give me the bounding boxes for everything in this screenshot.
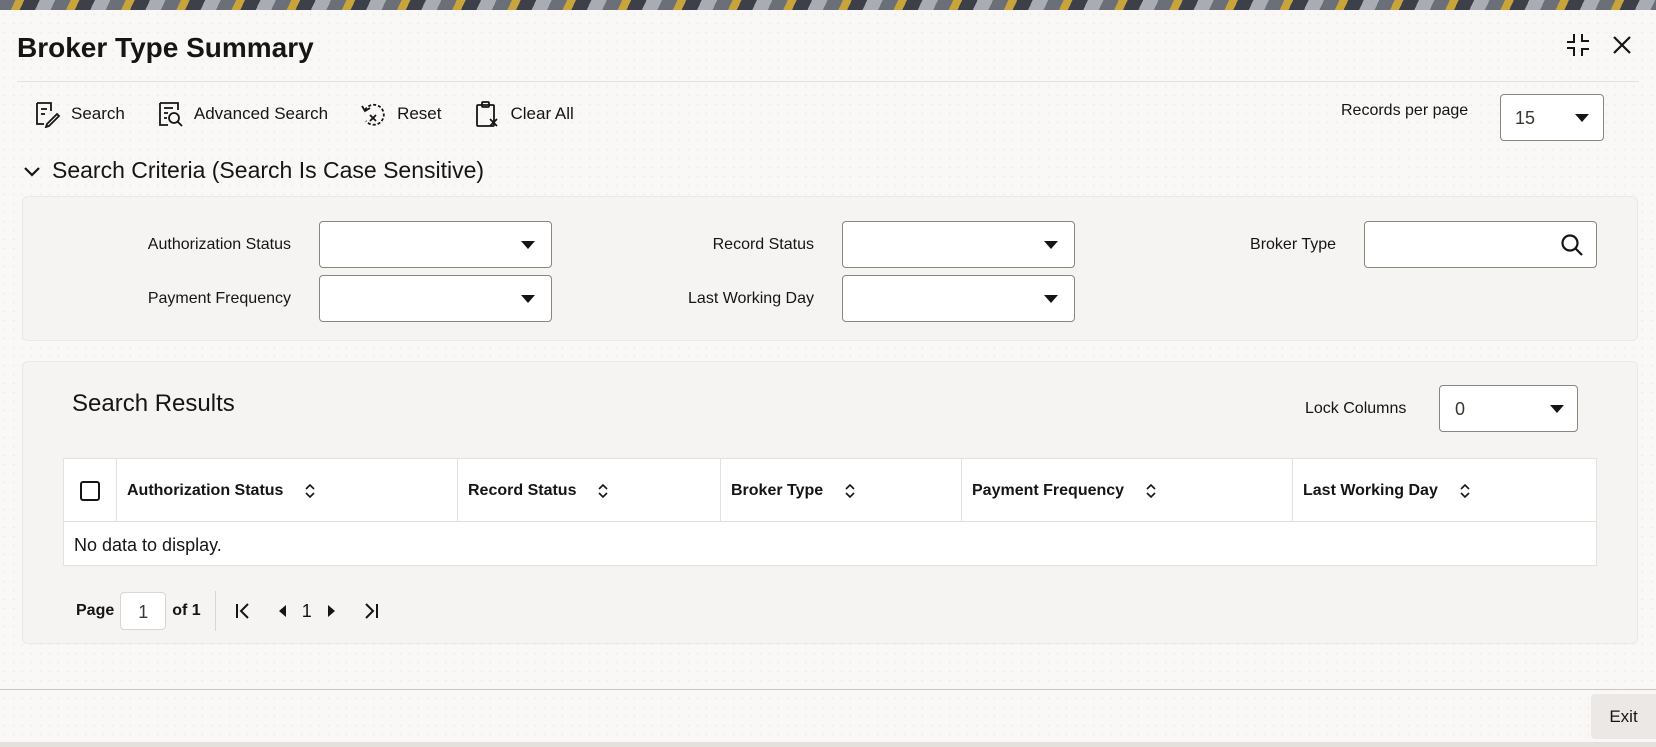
search-criteria-panel <box>22 196 1638 341</box>
last-page-icon[interactable] <box>358 596 384 626</box>
toolbar: Search Advanced Search Reset Clear All <box>33 98 605 130</box>
sort-icon <box>845 483 855 498</box>
search-button[interactable]: Search <box>33 100 125 128</box>
clear-all-button[interactable]: Clear All <box>473 100 574 128</box>
chevron-down-icon <box>1044 295 1058 303</box>
title-divider <box>17 81 1639 82</box>
authorization-status-select[interactable] <box>319 221 552 268</box>
previous-page-icon[interactable] <box>270 596 296 626</box>
reset-button[interactable]: Reset <box>359 100 442 128</box>
column-header-label: Authorization Status <box>127 481 284 499</box>
chevron-down-icon <box>1044 241 1058 249</box>
lock-columns-label: Lock Columns <box>1305 400 1407 417</box>
page-title: Broker Type Summary <box>17 32 314 63</box>
advanced-search-button[interactable]: Advanced Search <box>156 100 328 128</box>
column-header-label: Last Working Day <box>1303 481 1438 499</box>
sort-icon <box>305 483 316 498</box>
page-label: Page <box>76 602 115 619</box>
column-header-authorization-status[interactable]: Authorization Status <box>117 459 458 522</box>
select-all-cell <box>64 459 117 522</box>
chevron-down-icon <box>1550 405 1564 413</box>
column-header-label: Broker Type <box>731 481 824 499</box>
record-status-select[interactable] <box>842 221 1075 268</box>
chevron-down-icon <box>24 166 40 177</box>
next-page-icon[interactable] <box>318 596 344 626</box>
sort-icon <box>1460 483 1470 498</box>
records-per-page-select[interactable]: 15 <box>1500 94 1604 141</box>
sort-icon <box>598 483 609 498</box>
broker-type-label: Broker Type <box>1250 236 1336 253</box>
broker-type-field[interactable] <box>1364 221 1597 268</box>
reset-button-label: Reset <box>397 104 442 123</box>
last-working-day-select[interactable] <box>842 275 1075 322</box>
page-count-label: of 1 <box>172 602 201 619</box>
pagination: Page 1 of 1 1 <box>76 590 384 632</box>
table-header: Authorization Status Record Status Broke… <box>64 459 1596 522</box>
column-header-last-working-day[interactable]: Last Working Day <box>1293 459 1596 522</box>
empty-table-message: No data to display. <box>74 535 222 555</box>
column-header-label: Record Status <box>468 481 577 499</box>
chevron-down-icon <box>521 241 535 249</box>
advanced-search-icon <box>158 102 183 127</box>
search-doc-icon <box>36 102 61 128</box>
records-per-page-value: 15 <box>1515 108 1536 128</box>
payment-frequency-select[interactable] <box>319 275 552 322</box>
top-banner <box>0 0 1656 10</box>
column-header-payment-frequency[interactable]: Payment Frequency <box>962 459 1293 522</box>
clear-all-icon <box>475 101 498 127</box>
page-number-input[interactable]: 1 <box>120 592 167 630</box>
advanced-search-button-label: Advanced Search <box>193 104 329 123</box>
current-page-number: 1 <box>301 600 312 621</box>
reset-icon <box>361 103 385 126</box>
column-header-broker-type[interactable]: Broker Type <box>721 459 962 522</box>
search-results-title: Search Results <box>72 390 235 417</box>
clear-all-button-label: Clear All <box>510 104 574 123</box>
results-table: Authorization Status Record Status Broke… <box>63 458 1597 566</box>
lock-columns-select[interactable]: 0 <box>1439 385 1578 432</box>
search-criteria-toggle[interactable]: Search Criteria (Search Is Case Sensitiv… <box>22 157 484 184</box>
pager-divider <box>214 591 216 631</box>
chevron-down-icon <box>1575 114 1589 122</box>
bottom-strip <box>0 742 1656 747</box>
column-header-record-status[interactable]: Record Status <box>458 459 721 522</box>
record-status-label: Record Status <box>712 236 814 253</box>
sort-icon <box>1146 483 1156 498</box>
chevron-down-icon <box>521 295 535 303</box>
select-all-checkbox[interactable] <box>80 480 100 501</box>
search-criteria-header: Search Criteria (Search Is Case Sensitiv… <box>52 157 485 183</box>
lock-columns-value: 0 <box>1455 399 1466 419</box>
broker-type-input[interactable] <box>1375 222 1555 267</box>
footer-divider <box>0 689 1656 690</box>
authorization-status-label: Authorization Status <box>147 236 291 253</box>
last-working-day-label: Last Working Day <box>688 290 814 307</box>
search-button-label: Search <box>71 104 125 123</box>
minimize-icon[interactable] <box>1563 30 1593 60</box>
payment-frequency-label: Payment Frequency <box>147 290 291 307</box>
search-icon[interactable] <box>1560 233 1584 257</box>
close-icon[interactable] <box>1607 30 1637 60</box>
first-page-icon[interactable] <box>230 596 256 626</box>
exit-button[interactable]: Exit <box>1591 694 1656 739</box>
column-header-label: Payment Frequency <box>972 481 1125 499</box>
records-per-page-label: Records per page <box>1341 102 1469 119</box>
